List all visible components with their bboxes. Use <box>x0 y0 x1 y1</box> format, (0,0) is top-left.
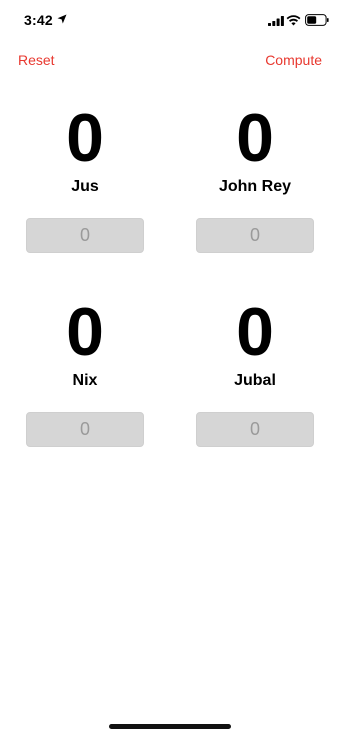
score-input-jubal[interactable] <box>196 412 314 447</box>
player-score: 0 <box>66 294 104 370</box>
compute-button[interactable]: Compute <box>265 52 322 68</box>
screen: 3:42 Reset Compute 0 Jus 0 John Rey <box>0 0 340 737</box>
player-name: Jus <box>71 178 99 195</box>
player-score: 0 <box>66 100 104 176</box>
player-card-john-rey: 0 John Rey <box>195 104 315 253</box>
status-time: 3:42 <box>24 12 53 28</box>
location-arrow-icon <box>57 14 67 24</box>
player-name: Jubal <box>234 372 276 389</box>
player-score: 0 <box>236 294 274 370</box>
player-score: 0 <box>236 100 274 176</box>
cell-signal-icon <box>268 16 284 26</box>
score-input-john-rey[interactable] <box>196 218 314 253</box>
home-indicator[interactable] <box>109 724 231 729</box>
score-input-jus[interactable] <box>26 218 144 253</box>
score-input-nix[interactable] <box>26 412 144 447</box>
player-card-jus: 0 Jus <box>25 104 145 253</box>
player-name: Nix <box>72 372 98 389</box>
reset-button[interactable]: Reset <box>18 52 55 68</box>
battery-icon <box>305 14 329 26</box>
status-bar: 3:42 <box>0 0 340 40</box>
player-card-jubal: 0 Jubal <box>195 298 315 447</box>
player-name: John Rey <box>218 178 291 195</box>
player-card-nix: 0 Nix <box>25 298 145 447</box>
wifi-icon <box>286 15 301 26</box>
